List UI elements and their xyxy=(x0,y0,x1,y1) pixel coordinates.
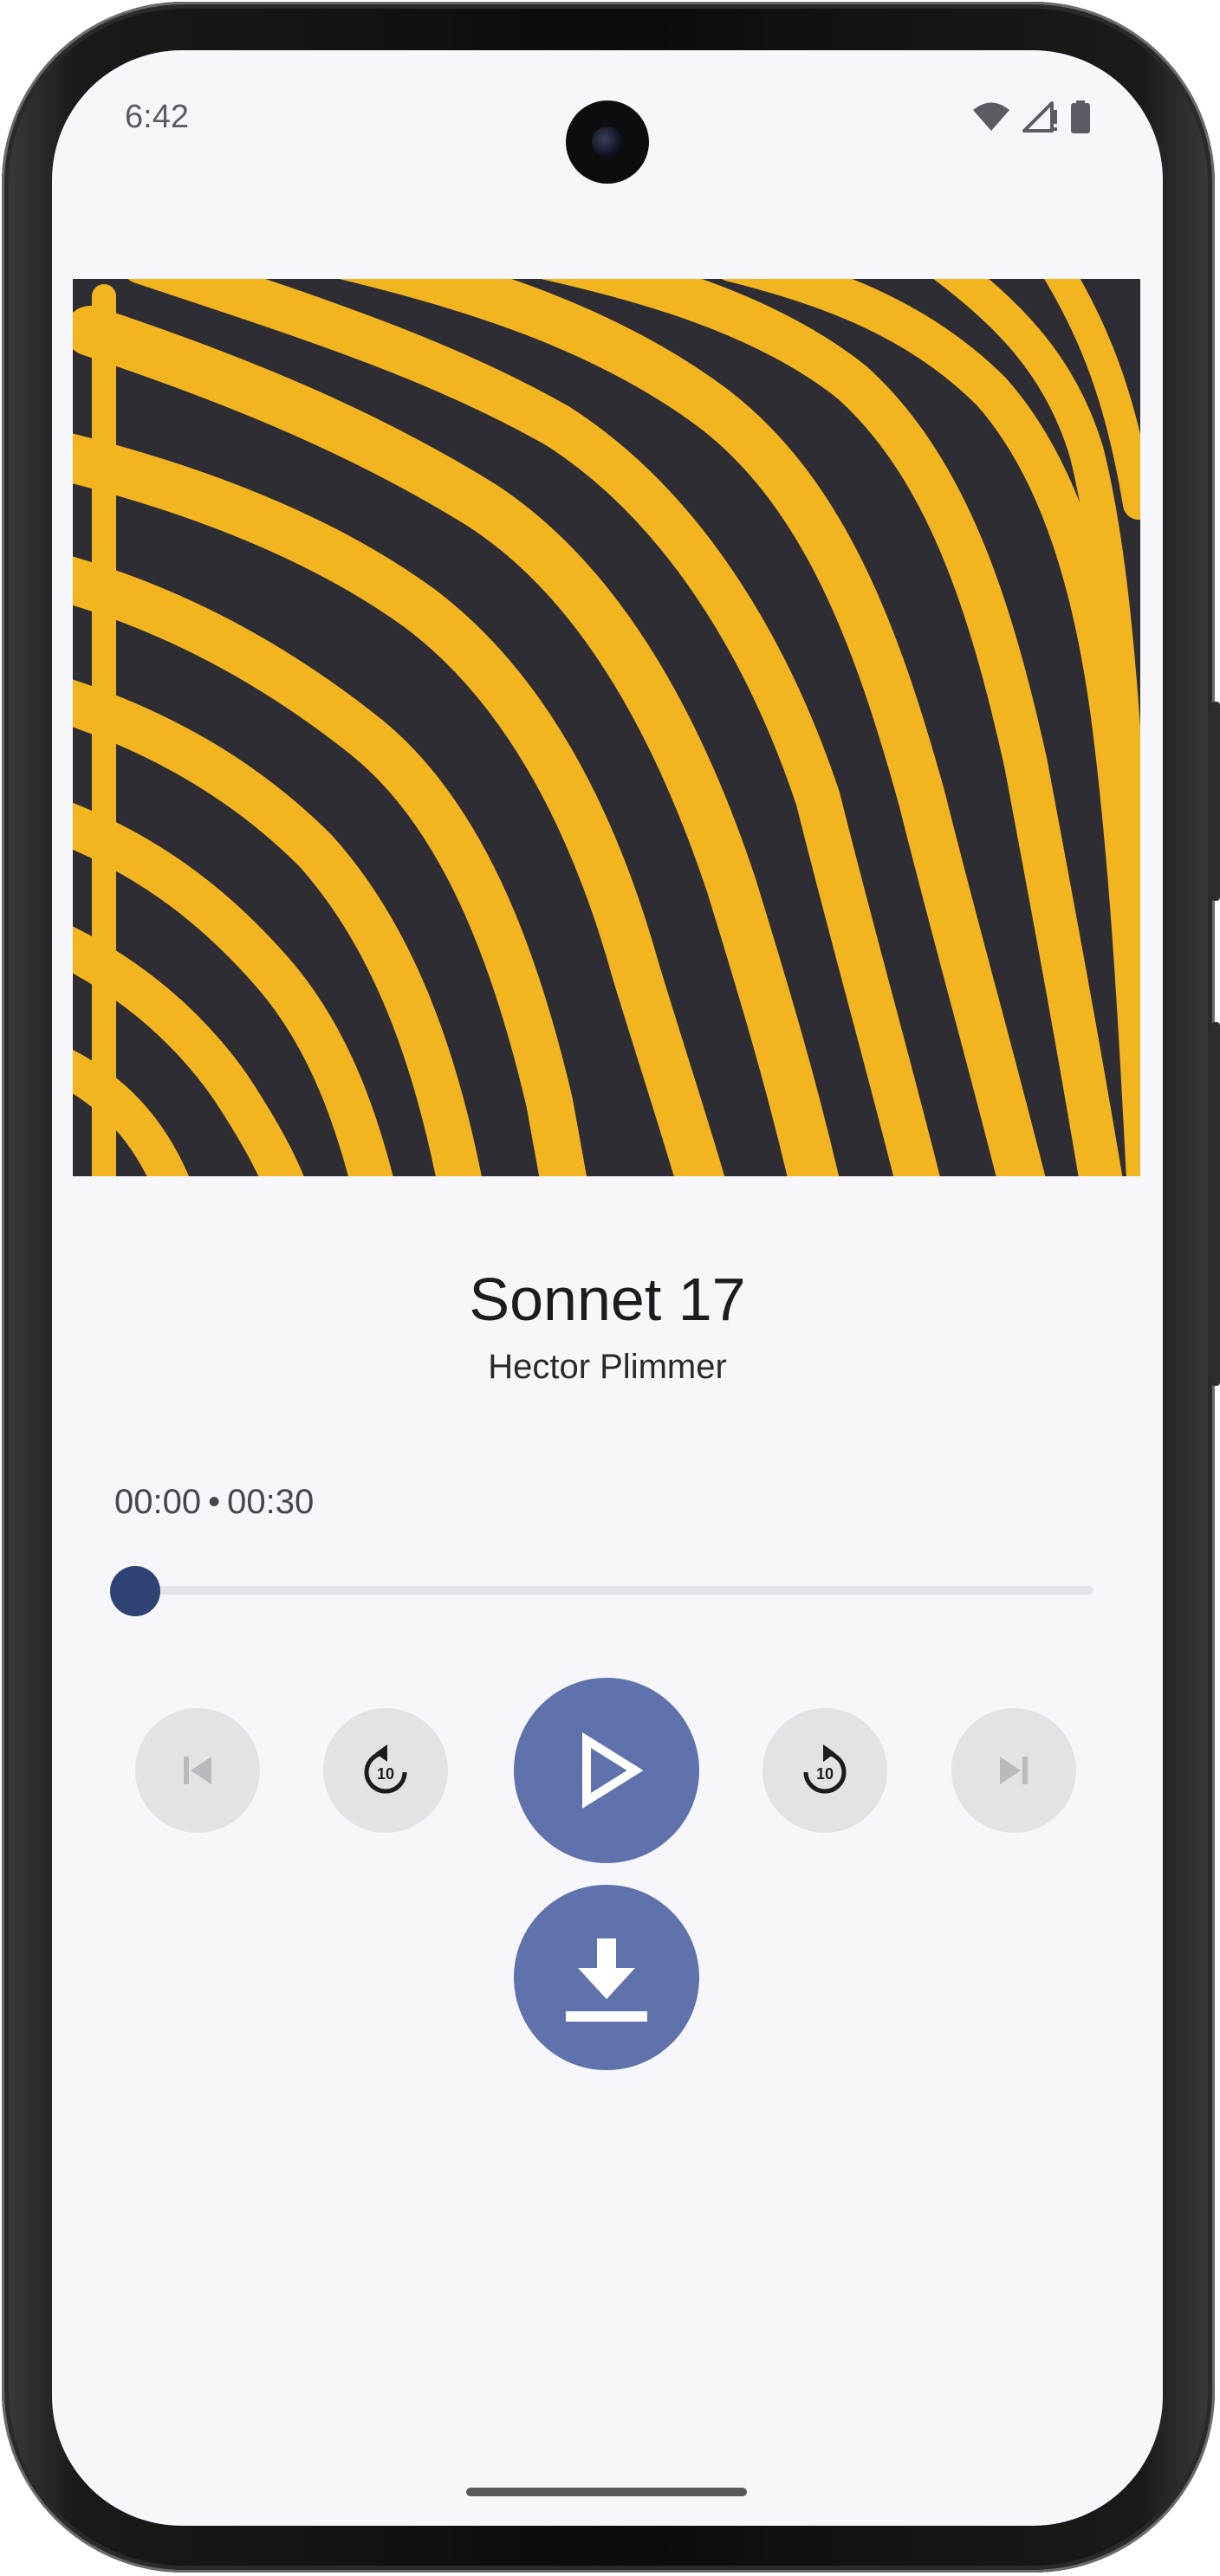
wifi-icon xyxy=(973,102,1009,131)
zebra-pattern-image xyxy=(73,279,1140,1176)
power-button xyxy=(1211,702,1220,901)
screen: 6:42 Sonnet 17 Hector Plimmer 00:00 • 00… xyxy=(52,50,1163,2526)
download-button[interactable] xyxy=(514,1885,699,2070)
front-camera xyxy=(566,100,649,184)
track-artist: Hector Plimmer xyxy=(488,1348,727,1386)
home-indicator[interactable] xyxy=(466,2488,747,2496)
forward-10-icon: 10 xyxy=(803,1744,847,1794)
rewind-seconds-label: 10 xyxy=(377,1765,394,1783)
play-button[interactable] xyxy=(514,1678,699,1863)
replay-10-icon: 10 xyxy=(364,1744,407,1794)
seek-bar-track[interactable] xyxy=(135,1586,1093,1595)
album-cover xyxy=(73,279,1140,1176)
skip-previous-button[interactable] xyxy=(135,1708,260,1833)
current-time: 00:00 xyxy=(114,1483,202,1521)
track-title: Sonnet 17 xyxy=(469,1265,746,1333)
forward-seconds-label: 10 xyxy=(816,1765,834,1783)
skip-previous-icon xyxy=(184,1757,211,1784)
battery-icon xyxy=(1071,100,1090,133)
download-icon xyxy=(566,1938,647,2022)
time-separator: • xyxy=(208,1483,221,1521)
skip-next-icon xyxy=(1000,1757,1028,1784)
skip-next-button[interactable] xyxy=(951,1708,1076,1833)
playback-time: 00:00 • 00:30 xyxy=(114,1483,314,1522)
status-time: 6:42 xyxy=(125,99,189,135)
seek-bar-thumb[interactable] xyxy=(110,1566,160,1616)
rewind-10-button[interactable]: 10 xyxy=(323,1708,448,1833)
play-icon xyxy=(582,1731,644,1809)
status-icons xyxy=(972,100,1090,133)
duration: 00:30 xyxy=(227,1483,315,1521)
signal-icon xyxy=(1022,101,1057,133)
volume-button xyxy=(1211,1022,1220,1386)
forward-10-button[interactable]: 10 xyxy=(762,1708,887,1833)
